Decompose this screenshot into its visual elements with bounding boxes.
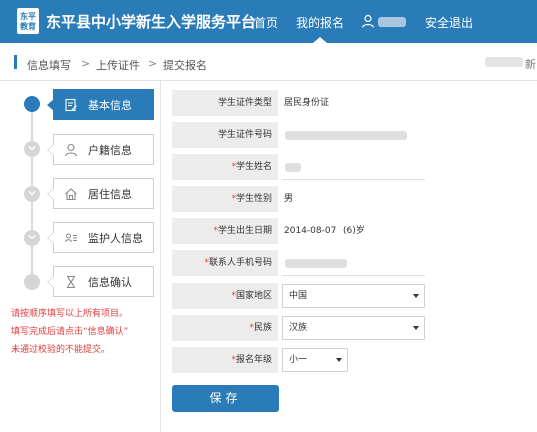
sidebar-divider — [160, 81, 161, 432]
house-icon — [65, 187, 77, 200]
note-line: 未通过校验的不能提交。 — [11, 345, 111, 355]
breadcrumb-separator: > — [148, 57, 158, 70]
instruction-notes: 请按顺序填写以上所有项目。 填写完成后请点击“信息确认” 未通过校验的不能提交。 — [11, 305, 128, 359]
step-residence-info[interactable]: 居住信息 — [47, 178, 154, 209]
username-redacted — [378, 17, 406, 27]
hourglass-icon — [67, 275, 75, 288]
person-icon — [64, 143, 78, 156]
student-age-value: (6)岁 — [343, 226, 365, 236]
breadcrumb-item-upload[interactable]: 上传证件 — [96, 57, 140, 73]
student-birthdate-label: *学生出生日期 — [172, 218, 278, 244]
ethnicity-label: *民族 — [172, 315, 278, 341]
ethnicity-select[interactable]: 汉族 — [282, 316, 425, 340]
chevron-down-icon — [28, 191, 36, 196]
step-household-info[interactable]: 户籍信息 — [47, 134, 154, 165]
dropdown-arrow-icon — [413, 294, 419, 298]
step-label: 信息确认 — [88, 275, 132, 289]
nav-my-registration-link[interactable]: 我的报名 — [296, 14, 344, 31]
chevron-down-icon — [28, 235, 36, 240]
nav-home-link[interactable]: 首页 — [254, 14, 278, 31]
chevron-down-icon — [28, 146, 36, 151]
row-student-gender: *学生性别 男 — [172, 186, 426, 212]
note-line: 填写完成后请点击“信息确认” — [11, 327, 129, 337]
grade-select[interactable]: 小一 — [282, 348, 348, 372]
student-name-redacted — [285, 163, 301, 172]
step-marker-guardian — [24, 230, 40, 246]
breadcrumb-item-submit[interactable]: 提交报名 — [163, 57, 207, 73]
breadcrumb: 信息填写 > 上传证件 > 提交报名 新 — [0, 43, 537, 81]
row-ethnicity: *民族 汉族 — [172, 315, 426, 341]
row-contact-phone: *联系人手机号码 — [172, 250, 426, 276]
save-button[interactable]: 保存 — [172, 385, 279, 412]
breadcrumb-separator: > — [81, 57, 91, 70]
country-label: *国家地区 — [172, 283, 278, 309]
student-name-label: *学生姓名 — [172, 154, 278, 180]
dropdown-arrow-icon — [413, 326, 419, 330]
step-confirm-info[interactable]: 信息确认 — [47, 266, 154, 297]
step-marker-basic — [24, 96, 40, 112]
id-number-label: 学生证件号码 — [172, 122, 278, 148]
dropdown-arrow-icon — [336, 358, 342, 362]
step-label: 监护人信息 — [88, 231, 143, 245]
contact-phone-redacted — [285, 259, 347, 268]
student-gender-label: *学生性别 — [172, 186, 278, 212]
top-header: 东平教育 东平县中小学新生入学服务平台 首页 我的报名 安全退出 — [0, 0, 537, 43]
row-country: *国家地区 中国 — [172, 283, 426, 309]
student-gender-value: 男 — [284, 194, 294, 204]
step-label: 基本信息 — [88, 98, 132, 112]
row-id-number: 学生证件号码 — [172, 122, 426, 148]
note-line: 请按顺序填写以上所有项目。 — [11, 309, 129, 319]
step-guardian-info[interactable]: 监护人信息 — [47, 222, 154, 253]
step-label: 户籍信息 — [88, 143, 132, 157]
breadcrumb-accent-bar — [14, 55, 17, 69]
user-icon[interactable] — [361, 14, 375, 28]
student-birthdate-value: 2014-08-07 — [284, 226, 337, 236]
grade-label: *报名年级 — [172, 347, 278, 373]
redacted-text — [485, 57, 523, 67]
id-type-value: 居民身份证 — [284, 98, 330, 108]
id-card-icon — [65, 233, 77, 242]
id-type-label: 学生证件类型 — [172, 90, 278, 116]
form-edit-icon — [65, 98, 77, 111]
site-title: 东平县中小学新生入学服务平台 — [46, 13, 257, 31]
row-student-birthdate: *学生出生日期 2014-08-07 (6)岁 — [172, 218, 426, 244]
logout-link[interactable]: 安全退出 — [425, 14, 473, 31]
site-logo: 东平教育 — [17, 8, 39, 34]
step-basic-info[interactable]: 基本信息 — [47, 89, 154, 120]
contact-phone-label: *联系人手机号码 — [172, 250, 278, 276]
step-label: 居住信息 — [88, 187, 132, 201]
step-marker-confirm — [24, 274, 40, 290]
country-select[interactable]: 中国 — [282, 284, 425, 308]
student-name-input[interactable] — [282, 179, 425, 180]
breadcrumb-right-text: 新 — [525, 58, 536, 71]
row-student-name: *学生姓名 — [172, 154, 426, 180]
id-number-redacted — [285, 131, 407, 140]
breadcrumb-item-fill-info[interactable]: 信息填写 — [27, 57, 71, 73]
step-marker-household — [24, 141, 40, 157]
row-grade: *报名年级 小一 — [172, 347, 426, 373]
step-marker-residence — [24, 186, 40, 202]
row-id-type: 学生证件类型 居民身份证 — [172, 90, 426, 116]
contact-phone-input[interactable] — [282, 275, 425, 276]
